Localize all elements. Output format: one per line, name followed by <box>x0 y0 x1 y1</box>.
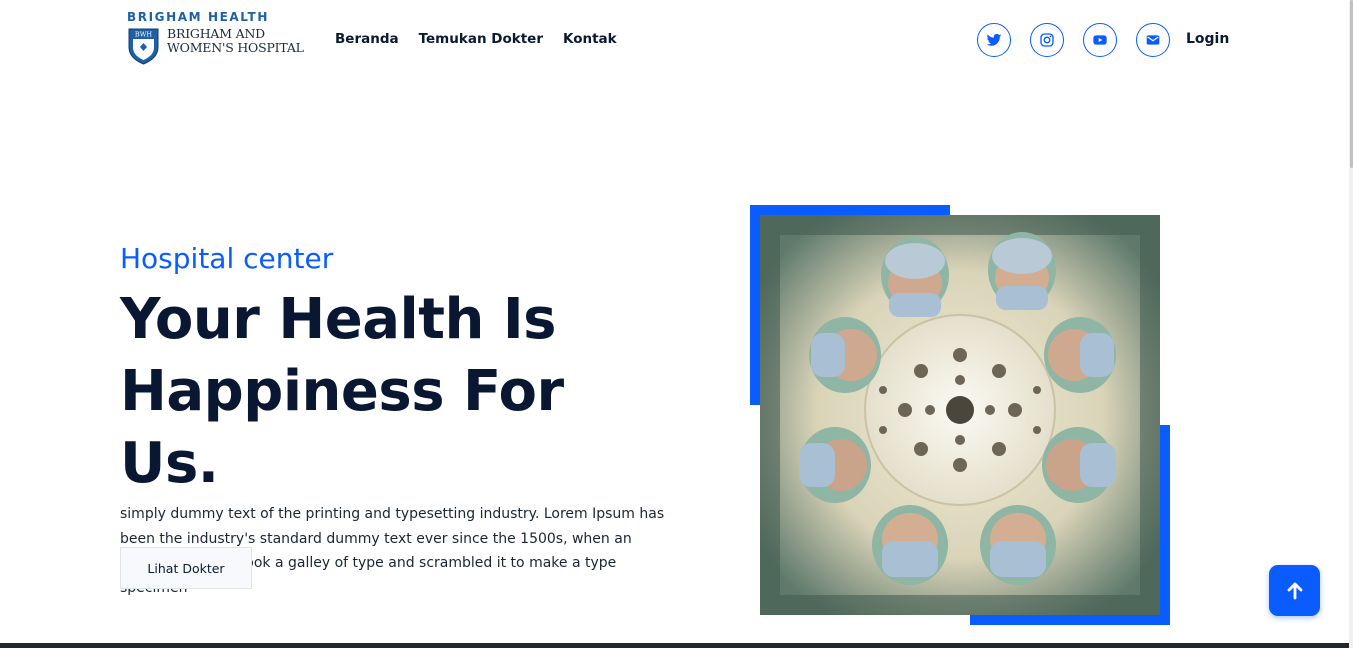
shield-text: BWH <box>135 31 152 39</box>
next-section-edge <box>0 643 1353 648</box>
nav-link-kontak[interactable]: Kontak <box>563 31 617 47</box>
twitter-icon <box>986 33 1002 46</box>
hero-image <box>760 215 1160 615</box>
youtube-button[interactable] <box>1083 23 1117 57</box>
nav-link-beranda[interactable]: Beranda <box>335 31 399 47</box>
surgeons-photo-illustration <box>760 215 1160 615</box>
brand-logo[interactable]: BRIGHAM HEALTH BWH BRIGHAM AND WOMEN'S H… <box>127 10 317 68</box>
brand-name: BRIGHAM AND WOMEN'S HOSPITAL <box>167 27 304 55</box>
instagram-icon <box>1040 33 1054 47</box>
login-link[interactable]: Login <box>1186 31 1229 47</box>
hero-subtitle: Hospital center <box>120 242 334 275</box>
brand-name-line2: WOMEN'S HOSPITAL <box>167 40 304 55</box>
youtube-icon <box>1093 35 1107 45</box>
main-nav: Beranda Temukan Dokter Kontak <box>335 31 617 47</box>
see-doctors-button[interactable]: Lihat Dokter <box>120 547 252 589</box>
arrow-up-icon <box>1287 582 1302 599</box>
instagram-button[interactable] <box>1030 23 1064 57</box>
twitter-button[interactable] <box>977 23 1011 57</box>
shield-logo-icon: BWH <box>128 28 159 65</box>
navbar: BRIGHAM HEALTH BWH BRIGHAM AND WOMEN'S H… <box>0 0 1353 80</box>
envelope-icon <box>1146 35 1160 45</box>
hero-title: Your Health Is Happiness For Us. <box>120 284 680 500</box>
nav-link-temukan-dokter[interactable]: Temukan Dokter <box>419 31 543 47</box>
brand-top-text: BRIGHAM HEALTH <box>127 10 269 24</box>
email-button[interactable] <box>1136 23 1170 57</box>
social-links <box>977 23 1170 57</box>
hero-title-line2: Happiness For Us. <box>120 359 564 496</box>
brand-name-line1: BRIGHAM AND <box>167 26 266 41</box>
scroll-to-top-button[interactable] <box>1269 565 1320 616</box>
hero-title-line1: Your Health Is <box>120 287 557 352</box>
